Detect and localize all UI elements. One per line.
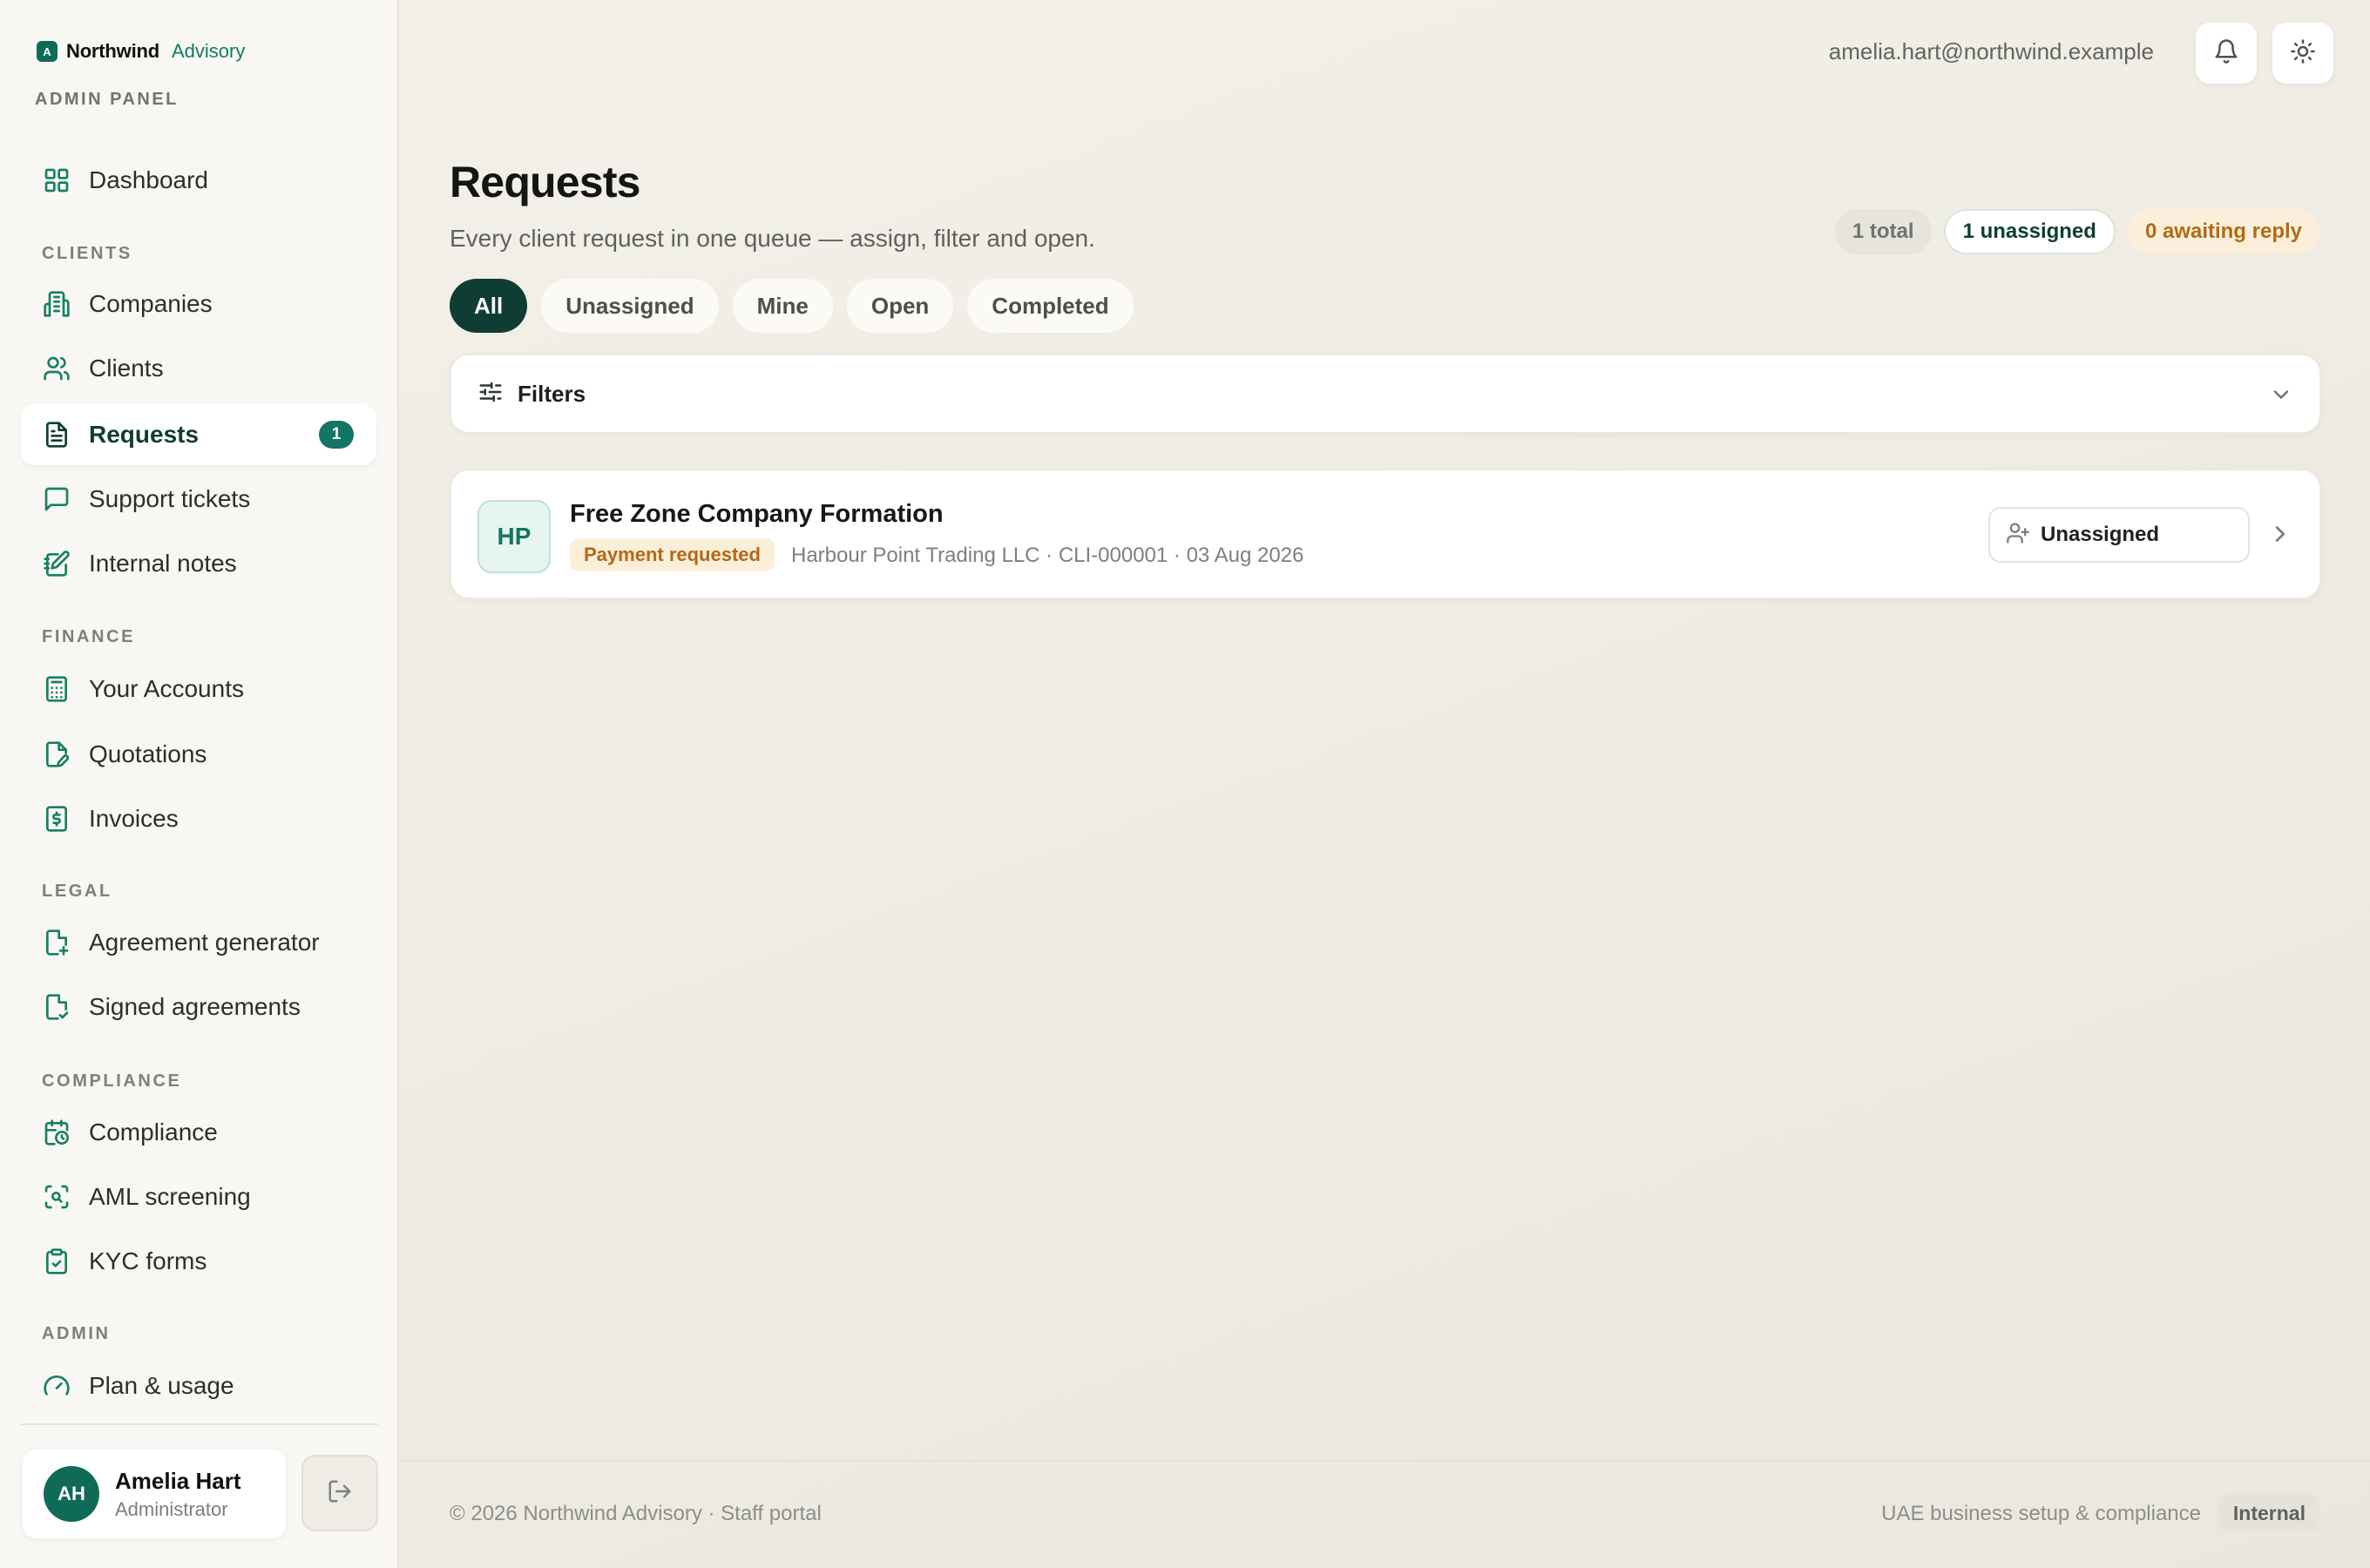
page-title: Requests: [450, 158, 640, 206]
file-text-icon: [42, 420, 71, 449]
file-plus-icon: [42, 928, 71, 957]
log-out-icon: [327, 1478, 353, 1509]
sidebar-item-support-tickets[interactable]: Support tickets: [21, 469, 376, 530]
requests-count-badge: 1: [319, 421, 354, 449]
assign-button[interactable]: Unassigned: [1988, 507, 2250, 563]
sidebar-item-plan-usage[interactable]: Plan & usage: [21, 1355, 376, 1416]
request-row[interactable]: HP Free Zone Company Formation Payment r…: [450, 469, 2321, 599]
user-profile-card[interactable]: AH Amelia Hart Administrator: [23, 1450, 286, 1538]
calendar-clock-icon: [42, 1118, 71, 1147]
brand-name: Northwind: [66, 40, 159, 62]
brand-logo[interactable]: A Northwind Advisory: [37, 40, 245, 63]
sidebar-item-dashboard[interactable]: Dashboard: [21, 150, 376, 211]
filters-toggle[interactable]: Filters: [450, 354, 2321, 434]
sidebar-item-quotations[interactable]: Quotations: [21, 724, 376, 785]
section-label-finance: FINANCE: [42, 627, 136, 646]
request-filter-tabs: All Unassigned Mine Open Completed: [450, 279, 1134, 333]
gauge-icon: [42, 1371, 71, 1401]
user-name: Amelia Hart: [115, 1467, 241, 1494]
assignee-label: Unassigned: [2041, 523, 2160, 546]
sidebar-item-label: Compliance: [89, 1119, 218, 1146]
footer-copyright: © 2026 Northwind Advisory · Staff portal: [450, 1502, 822, 1525]
sidebar-item-companies[interactable]: Companies: [21, 274, 376, 335]
footer-divider: [401, 1460, 2370, 1462]
tab-open[interactable]: Open: [846, 279, 954, 333]
sidebar-item-compliance[interactable]: Compliance: [21, 1102, 376, 1163]
calculator-icon: [42, 674, 71, 704]
company-avatar: HP: [477, 500, 551, 573]
sidebar-divider: [21, 1423, 378, 1425]
building-icon: [42, 289, 71, 319]
sidebar-item-signed-agreements[interactable]: Signed agreements: [21, 977, 376, 1037]
sidebar-item-label: Agreement generator: [89, 929, 320, 956]
footer-tagline: UAE business setup & compliance: [1881, 1502, 2201, 1525]
page-subtitle: Every client request in one queue — assi…: [450, 225, 1095, 252]
total-count-badge: 1 total: [1834, 209, 1932, 254]
sidebar-item-label: AML screening: [89, 1183, 251, 1210]
request-title: Free Zone Company Formation: [570, 500, 944, 528]
tab-unassigned[interactable]: Unassigned: [541, 279, 719, 333]
dollar-receipt-icon: [42, 804, 71, 834]
sidebar-item-label: Dashboard: [89, 166, 208, 193]
sun-icon: [2290, 38, 2316, 69]
sidebar-item-label: Requests: [89, 421, 200, 448]
theme-toggle-button[interactable]: [2272, 23, 2333, 84]
tab-all[interactable]: All: [450, 279, 528, 333]
sidebar-item-label: Signed agreements: [89, 993, 301, 1020]
file-pen-icon: [42, 740, 71, 769]
file-check-icon: [42, 992, 71, 1022]
tab-mine[interactable]: Mine: [732, 279, 833, 333]
sidebar-item-requests[interactable]: Requests 1: [21, 404, 376, 465]
sliders-icon: [477, 379, 504, 409]
users-icon: [42, 354, 71, 383]
bell-icon: [2213, 38, 2239, 69]
sidebar-item-label: Support tickets: [89, 485, 251, 512]
clipboard-check-icon: [42, 1247, 71, 1276]
sidebar-item-label: Your Accounts: [89, 675, 244, 702]
sidebar-item-agreement-generator[interactable]: Agreement generator: [21, 912, 376, 973]
avatar: AH: [44, 1466, 99, 1522]
sidebar-item-internal-notes[interactable]: Internal notes: [21, 533, 376, 594]
sidebar-item-aml-screening[interactable]: AML screening: [21, 1166, 376, 1227]
user-plus-icon: [2006, 521, 2030, 550]
logout-button[interactable]: [301, 1455, 378, 1531]
chevron-right-icon[interactable]: [2267, 521, 2293, 551]
section-label-compliance: COMPLIANCE: [42, 1071, 182, 1091]
request-stats: 1 total 1 unassigned 0 awaiting reply: [1834, 209, 2319, 254]
message-square-icon: [42, 484, 71, 514]
scan-search-icon: [42, 1182, 71, 1212]
filters-label: Filters: [518, 380, 586, 407]
notifications-button[interactable]: [2196, 23, 2257, 84]
sidebar-item-label: Plan & usage: [89, 1372, 234, 1399]
chevron-down-icon: [2269, 382, 2293, 411]
panel-label: ADMIN PANEL: [35, 90, 179, 109]
sidebar-item-label: Internal notes: [89, 550, 237, 577]
user-role: Administrator: [115, 1497, 228, 1520]
section-label-clients: CLIENTS: [42, 244, 132, 263]
sidebar-item-label: Invoices: [89, 805, 179, 832]
sidebar-item-label: KYC forms: [89, 1247, 207, 1274]
tab-completed[interactable]: Completed: [967, 279, 1134, 333]
awaiting-reply-count-badge: 0 awaiting reply: [2127, 209, 2319, 254]
unassigned-count-badge: 1 unassigned: [1943, 209, 2116, 254]
brand-mark: A: [37, 41, 58, 62]
footer-internal-badge: Internal: [2218, 1495, 2319, 1531]
grid-icon: [42, 166, 71, 195]
status-badge: Payment requested: [570, 538, 775, 571]
edit-note-icon: [42, 549, 71, 578]
section-label-admin: ADMIN: [42, 1324, 111, 1343]
sidebar-item-label: Quotations: [89, 740, 207, 767]
sidebar-item-kyc-forms[interactable]: KYC forms: [21, 1231, 376, 1292]
sidebar: A Northwind Advisory ADMIN PANEL Dashboa…: [0, 0, 399, 1568]
section-label-legal: LEGAL: [42, 882, 112, 901]
sidebar-item-invoices[interactable]: Invoices: [21, 788, 376, 849]
sidebar-item-label: Companies: [89, 290, 213, 317]
header-user-email: amelia.hart@northwind.example: [1828, 38, 2154, 64]
sidebar-item-label: Clients: [89, 355, 164, 382]
sidebar-item-clients[interactable]: Clients: [21, 338, 376, 399]
brand-suffix: Advisory: [171, 40, 246, 62]
request-meta: Harbour Point Trading LLC · CLI-000001 ·…: [791, 544, 1304, 567]
sidebar-item-your-accounts[interactable]: Your Accounts: [21, 659, 376, 720]
